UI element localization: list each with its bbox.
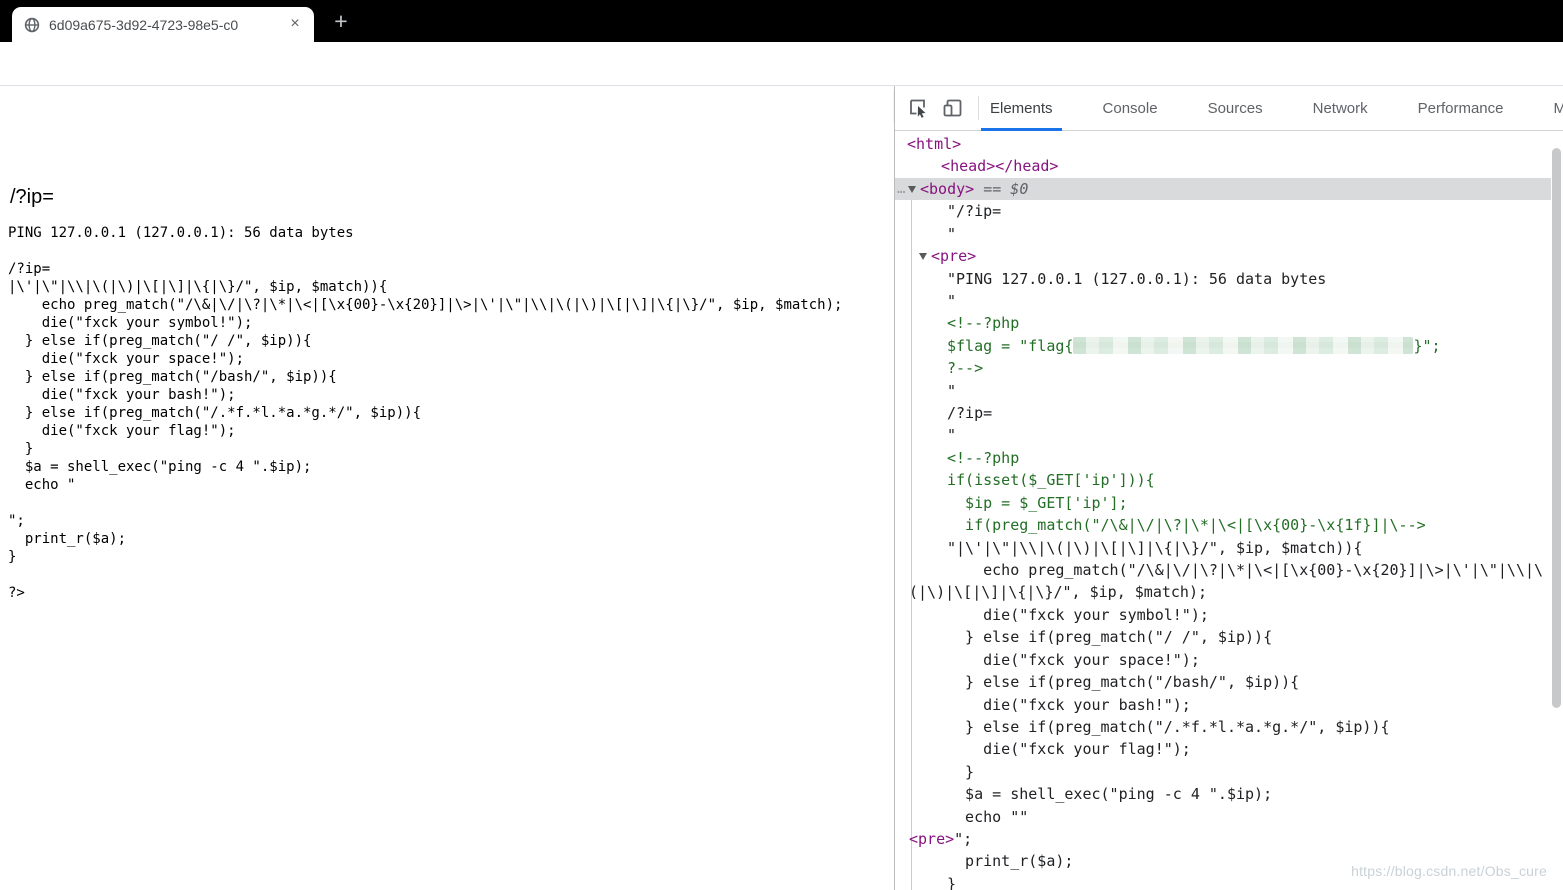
devtools-tab-network[interactable]: Network bbox=[1310, 86, 1371, 131]
dom-text: } else if(preg_match("/.*f.*l.*a.*g.*/",… bbox=[947, 717, 1390, 736]
dom-text: echo preg_match("/\&|\/|\?|\*|\<|[\x{00}… bbox=[947, 560, 1544, 579]
new-tab-button[interactable]: + bbox=[327, 9, 355, 35]
blog-watermark: https://blog.csdn.net/Obs_cure bbox=[1351, 863, 1547, 879]
devtools-dom-row[interactable]: /?ip= bbox=[895, 402, 1551, 424]
dom-text: "/?ip= bbox=[947, 202, 1002, 221]
expand-arrow-icon[interactable] bbox=[919, 253, 927, 261]
toolbar-separator bbox=[978, 96, 979, 120]
devtools-dom-row[interactable]: (|\)|\[|\]|\{|\}/", $ip, $match); bbox=[895, 581, 1551, 603]
dom-text: " bbox=[947, 426, 957, 445]
devtools-dom-row[interactable]: <pre> bbox=[895, 245, 1551, 267]
expand-arrow-icon[interactable] bbox=[908, 185, 916, 193]
devtools-dom-row[interactable]: " bbox=[895, 290, 1551, 312]
tab-close-icon[interactable]: × bbox=[286, 15, 304, 34]
devtools-tab-elements[interactable]: Elements bbox=[981, 86, 1062, 131]
devtools-dom-row[interactable]: <html> bbox=[895, 133, 1551, 155]
dom-text: "PING 127.0.0.1 (127.0.0.1): 56 data byt… bbox=[947, 269, 1327, 288]
dom-comment: ?--> bbox=[947, 359, 984, 378]
devtools-dom-row[interactable]: "|\'|\"|\\|\(|\)|\[|\]|\{|\}/", $ip, $ma… bbox=[895, 537, 1551, 559]
dom-comment: <!--?php bbox=[947, 314, 1020, 333]
devtools-tab-console[interactable]: Console bbox=[1100, 86, 1161, 131]
dom-text: " bbox=[947, 381, 957, 400]
dom-text: } else if(preg_match("/ /", $ip)){ bbox=[947, 628, 1273, 647]
devtools-tab-performance[interactable]: Performance bbox=[1415, 86, 1507, 131]
globe-favicon-icon bbox=[24, 17, 40, 32]
devtools-dom-row[interactable]: ?--> bbox=[895, 357, 1551, 379]
devtools-tab-memory[interactable]: Memory bbox=[1551, 86, 1563, 131]
devtools-dom-row[interactable]: if(preg_match("/\&|\/|\?|\*|\<|[\x{00}-\… bbox=[895, 514, 1551, 536]
dom-text: print_r($a); bbox=[947, 852, 1074, 871]
dom-text: (|\)|\[|\]|\{|\}/", $ip, $match); bbox=[909, 583, 1208, 602]
dom-text: "; bbox=[954, 830, 973, 849]
devtools-dom-row[interactable]: if(isset($_GET['ip'])){ bbox=[895, 469, 1551, 491]
devtools-dom-row[interactable]: " bbox=[895, 223, 1551, 245]
devtools-toolbar: Elements Console Sources Network Performance… bbox=[895, 86, 1563, 131]
censored-flag-mosaic bbox=[1073, 336, 1414, 354]
devtools-dom-row[interactable]: <!--?php bbox=[895, 447, 1551, 469]
devtools-dom-row[interactable]: } else if(preg_match("/ /", $ip)){ bbox=[895, 626, 1551, 648]
devtools-dom-row[interactable]: <pre>"; bbox=[895, 828, 1551, 850]
devtools-dom-row[interactable]: die("fxck your space!"); bbox=[895, 649, 1551, 671]
page-content: /?ip= PING 127.0.0.1 (127.0.0.1): 56 dat… bbox=[0, 86, 893, 890]
tab-title: 6d09a675-3d92-4723-98e5-c0 bbox=[49, 15, 286, 34]
devtools-dom-row[interactable]: } else if(preg_match("/.*f.*l.*a.*g.*/",… bbox=[895, 716, 1551, 738]
dom-comment: if(preg_match("/\&|\/|\?|\*|\<|[\x{00}-\… bbox=[947, 516, 1426, 535]
browser-toolbar: 不安全 6d09a675-3d92-4723-98e5-c0f5c9875a74… bbox=[0, 42, 1563, 122]
devtools-dom-row[interactable]: $ip = $_GET['ip']; bbox=[895, 492, 1551, 514]
dom-tag: <head></head> bbox=[923, 157, 1059, 176]
devtools-dom-row[interactable]: die("fxck your bash!"); bbox=[895, 694, 1551, 716]
devtools-dom-row[interactable]: } else if(preg_match("/bash/", $ip)){ bbox=[895, 671, 1551, 693]
devtools-dom-row[interactable]: <head></head> bbox=[895, 155, 1551, 177]
devtools-dom-row[interactable]: $a = shell_exec("ping -c 4 ".$ip); bbox=[895, 783, 1551, 805]
devtools-dom-row[interactable]: "/?ip= bbox=[895, 200, 1551, 222]
devtools-tab-sources[interactable]: Sources bbox=[1205, 86, 1266, 131]
dom-comment: }"; bbox=[1413, 336, 1441, 355]
dom-text: /?ip= bbox=[947, 404, 993, 423]
dom-text: } bbox=[947, 874, 957, 890]
dom-text: die("fxck your flag!"); bbox=[947, 740, 1191, 759]
inspect-element-icon[interactable] bbox=[907, 97, 929, 119]
dom-comment: if(isset($_GET['ip'])){ bbox=[947, 471, 1155, 490]
browser-tab[interactable]: 6d09a675-3d92-4723-98e5-c0 × bbox=[12, 7, 314, 42]
page-echo-heading: /?ip= bbox=[10, 186, 54, 208]
devtools-dom-row[interactable]: $flag = "flag{ }"; bbox=[895, 335, 1551, 357]
devtools-dom-row[interactable]: die("fxck your symbol!"); bbox=[895, 604, 1551, 626]
devtools-dom-row[interactable]: … <body> == $0 bbox=[895, 177, 1551, 200]
dom-text: "|\'|\"|\\|\(|\)|\[|\]|\{|\}/", $ip, $ma… bbox=[947, 538, 1363, 557]
devtools-dom-row[interactable]: } bbox=[895, 761, 1551, 783]
dom-text: } else if(preg_match("/bash/", $ip)){ bbox=[947, 673, 1300, 692]
devtools-scrollbar[interactable] bbox=[1552, 148, 1561, 708]
dom-text: die("fxck your symbol!"); bbox=[947, 605, 1209, 624]
devtools-tabs: Elements Console Sources Network Performance… bbox=[981, 86, 1563, 131]
devtools-dom-row[interactable]: " bbox=[895, 380, 1551, 402]
devtools-dom-row[interactable]: die("fxck your flag!"); bbox=[895, 738, 1551, 760]
dom-tag: <pre> bbox=[909, 830, 955, 849]
dom-tag: <html> bbox=[907, 135, 962, 153]
dom-tag: <body> bbox=[920, 179, 975, 198]
dom-comment: <!--?php bbox=[947, 448, 1020, 467]
dom-text: } bbox=[947, 762, 975, 781]
dom-text: echo "" bbox=[947, 807, 1029, 826]
devtools-panel: Elements Console Sources Network Performance… bbox=[894, 86, 1563, 890]
browser-window: 6d09a675-3d92-4723-98e5-c0 × + 不安全 6d0 bbox=[0, 0, 1563, 890]
tab-strip: 6d09a675-3d92-4723-98e5-c0 × + bbox=[0, 0, 1563, 42]
page-php-source-text: PING 127.0.0.1 (127.0.0.1): 56 data byte… bbox=[8, 225, 843, 601]
row-ellipsis: … bbox=[897, 180, 906, 197]
toggle-device-toolbar-icon[interactable] bbox=[942, 97, 964, 119]
devtools-dom-row[interactable]: echo preg_match("/\&|\/|\?|\*|\<|[\x{00}… bbox=[895, 559, 1551, 581]
dom-tag: <pre> bbox=[931, 247, 977, 266]
dom-text: " bbox=[947, 224, 957, 243]
dom-text: " bbox=[947, 291, 957, 310]
devtools-dom-row[interactable]: <!--?php bbox=[895, 312, 1551, 334]
devtools-dom-row[interactable]: "PING 127.0.0.1 (127.0.0.1): 56 data byt… bbox=[895, 268, 1551, 290]
dom-comment: $flag = "flag{ bbox=[947, 336, 1074, 355]
dom-text: die("fxck your bash!"); bbox=[947, 695, 1191, 714]
devtools-dom-row[interactable]: echo "" bbox=[895, 806, 1551, 828]
devtools-dom-row[interactable]: " bbox=[895, 424, 1551, 446]
dom-meta: == $0 bbox=[974, 179, 1029, 198]
devtools-dom-tree: <html> <head></head>… <body> == $0 "/?ip= "… bbox=[895, 132, 1563, 890]
dom-text: $a = shell_exec("ping -c 4 ".$ip); bbox=[947, 785, 1273, 804]
dom-comment: $ip = $_GET['ip']; bbox=[947, 493, 1128, 512]
dom-text: die("fxck your space!"); bbox=[947, 650, 1200, 669]
